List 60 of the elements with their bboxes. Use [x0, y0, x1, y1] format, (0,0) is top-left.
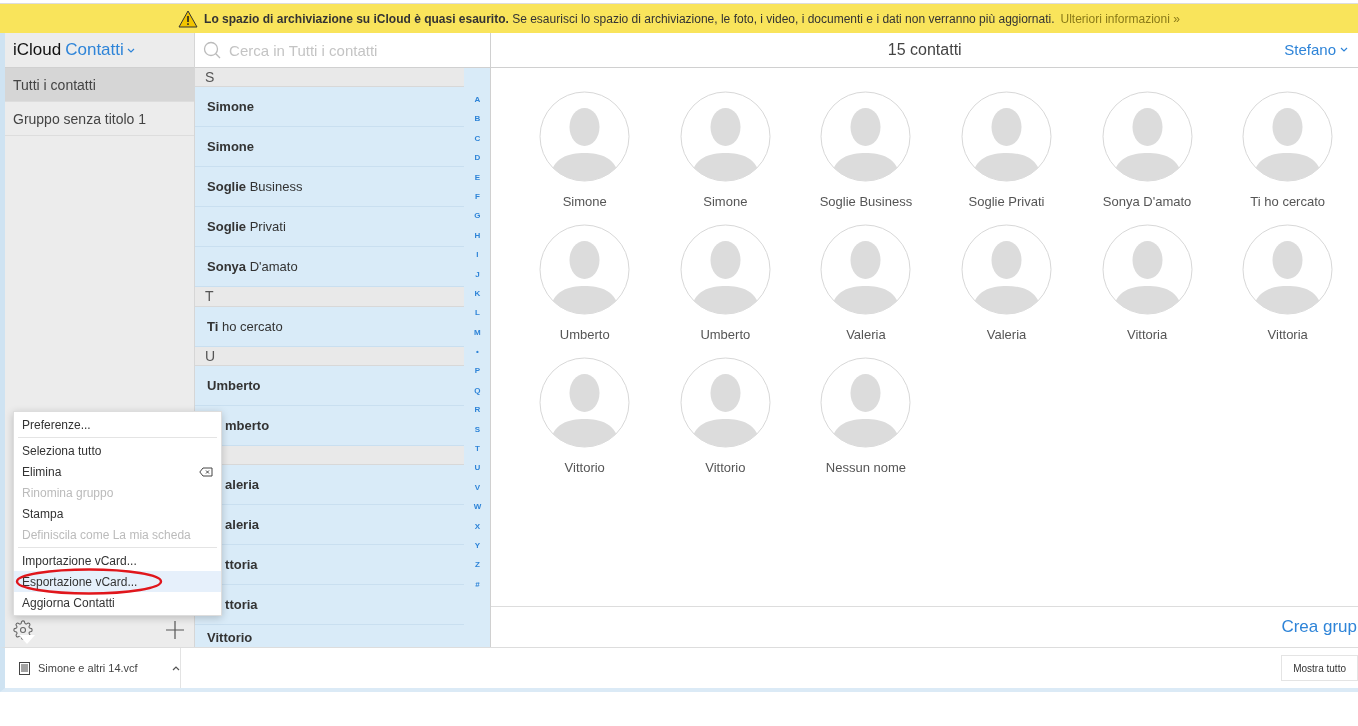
contact-row[interactable]: Umberto — [195, 365, 465, 406]
contact-name[interactable]: Vittorio — [705, 460, 746, 475]
warning-text: Lo spazio di archiviazione su iCloud è quasi esaurito. Se esaurisci lo spazio di archiviazione, le foto, i video, i documenti e i dati non verranno più aggiornati. — [204, 11, 1055, 26]
contact-row[interactable]: Soglie Privati — [195, 207, 465, 248]
contact-name[interactable]: Valeria — [986, 327, 1027, 342]
search-icon — [203, 41, 222, 59]
contact-row[interactable]: Simone — [195, 127, 465, 168]
avatar-icon — [1242, 91, 1334, 182]
avatar-icon — [820, 224, 912, 315]
chevron-down-icon — [126, 47, 135, 53]
contact-name[interactable]: Sonya D'amato — [1102, 194, 1192, 209]
contact-row[interactable]: Vittorio — [195, 625, 465, 647]
avatar-icon — [1101, 91, 1193, 182]
avatar-icon — [961, 91, 1052, 182]
avatar-icon — [679, 357, 771, 448]
avatar-icon — [1101, 224, 1193, 315]
section-header: U — [195, 346, 465, 366]
download-item[interactable]: Simone e altri 14.vcf — [5, 648, 181, 688]
group-item[interactable]: Tutti i contatti — [5, 68, 195, 102]
contact-name[interactable]: Simone — [562, 194, 607, 209]
create-group-link[interactable]: Crea grup — [1281, 617, 1357, 637]
contact-row[interactable]: Simone — [195, 87, 465, 128]
avatar-icon — [820, 357, 912, 448]
avatar-icon — [539, 224, 631, 315]
section-header: T — [195, 287, 465, 307]
contact-row[interactable]: Ti ho cercato — [195, 306, 465, 347]
avatar-icon — [679, 224, 771, 315]
contact-name[interactable]: Soglie Privati — [968, 194, 1045, 209]
menu-pointer — [19, 635, 35, 644]
avatar-icon — [679, 91, 771, 182]
group-item[interactable]: Gruppo senza titolo 1 — [5, 102, 195, 136]
avatar-icon — [539, 91, 631, 182]
delete-key-icon — [199, 466, 213, 477]
avatar-icon — [961, 224, 1052, 315]
contact-count: 15 contatti — [887, 41, 962, 59]
contact-name[interactable]: Umberto — [559, 327, 610, 342]
contact-row[interactable]: Soglie Business — [195, 167, 465, 208]
contact-name[interactable]: Soglie Business — [819, 194, 913, 209]
settings-icon[interactable] — [13, 620, 33, 640]
avatar-icon — [539, 357, 631, 448]
chevron-down-icon — [1340, 47, 1348, 52]
warning-icon — [178, 9, 199, 28]
icloud-brand: iCloud — [13, 40, 62, 60]
section-header: S — [195, 68, 465, 88]
show-all-button[interactable]: Mostra tutto — [1281, 655, 1358, 681]
avatar-icon — [820, 91, 912, 182]
menu-item[interactable]: Esportazione vCard... — [14, 571, 221, 592]
contact-name[interactable]: Nessun nome — [825, 460, 907, 475]
document-icon — [19, 661, 30, 675]
contact-name[interactable]: Vittorio — [564, 460, 605, 475]
add-icon[interactable] — [166, 621, 185, 639]
user-menu[interactable]: Stefano — [1284, 41, 1348, 58]
contact-name[interactable]: Ti ho cercato — [1250, 194, 1326, 209]
contact-name[interactable]: Vittoria — [1127, 327, 1168, 342]
contact-name[interactable]: Vittoria — [1267, 327, 1308, 342]
contact-name[interactable]: Umberto — [700, 327, 751, 342]
contact-name[interactable]: Valeria — [846, 327, 886, 342]
caret-up-icon — [172, 665, 180, 671]
avatar-icon — [1242, 224, 1334, 315]
contact-name[interactable]: Simone — [703, 194, 748, 209]
